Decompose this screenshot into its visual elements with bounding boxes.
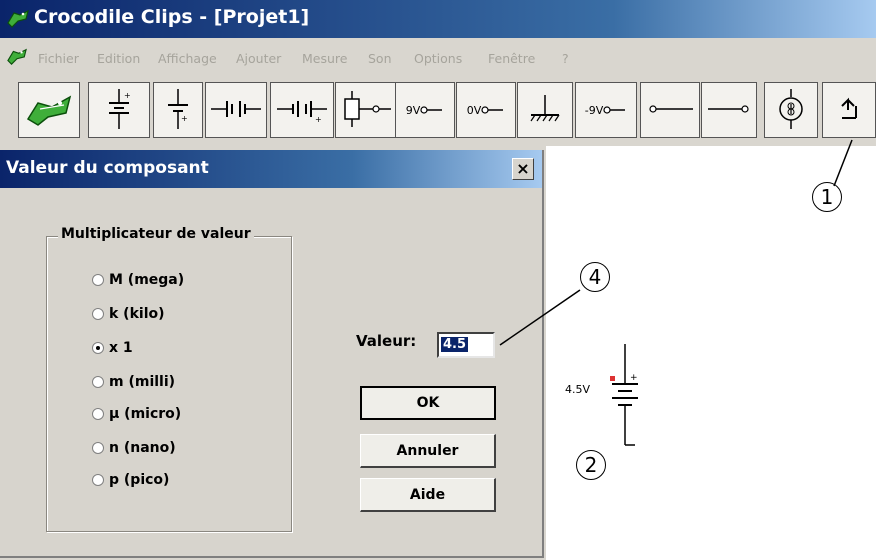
callout-2: 2	[576, 450, 606, 480]
app-window: Crocodile Clips - [Projet1] Fichier Edit…	[0, 0, 876, 560]
callout-4: 4	[580, 262, 610, 292]
callout-1: 1	[812, 182, 842, 212]
callout-leader-lines	[499, 139, 853, 346]
